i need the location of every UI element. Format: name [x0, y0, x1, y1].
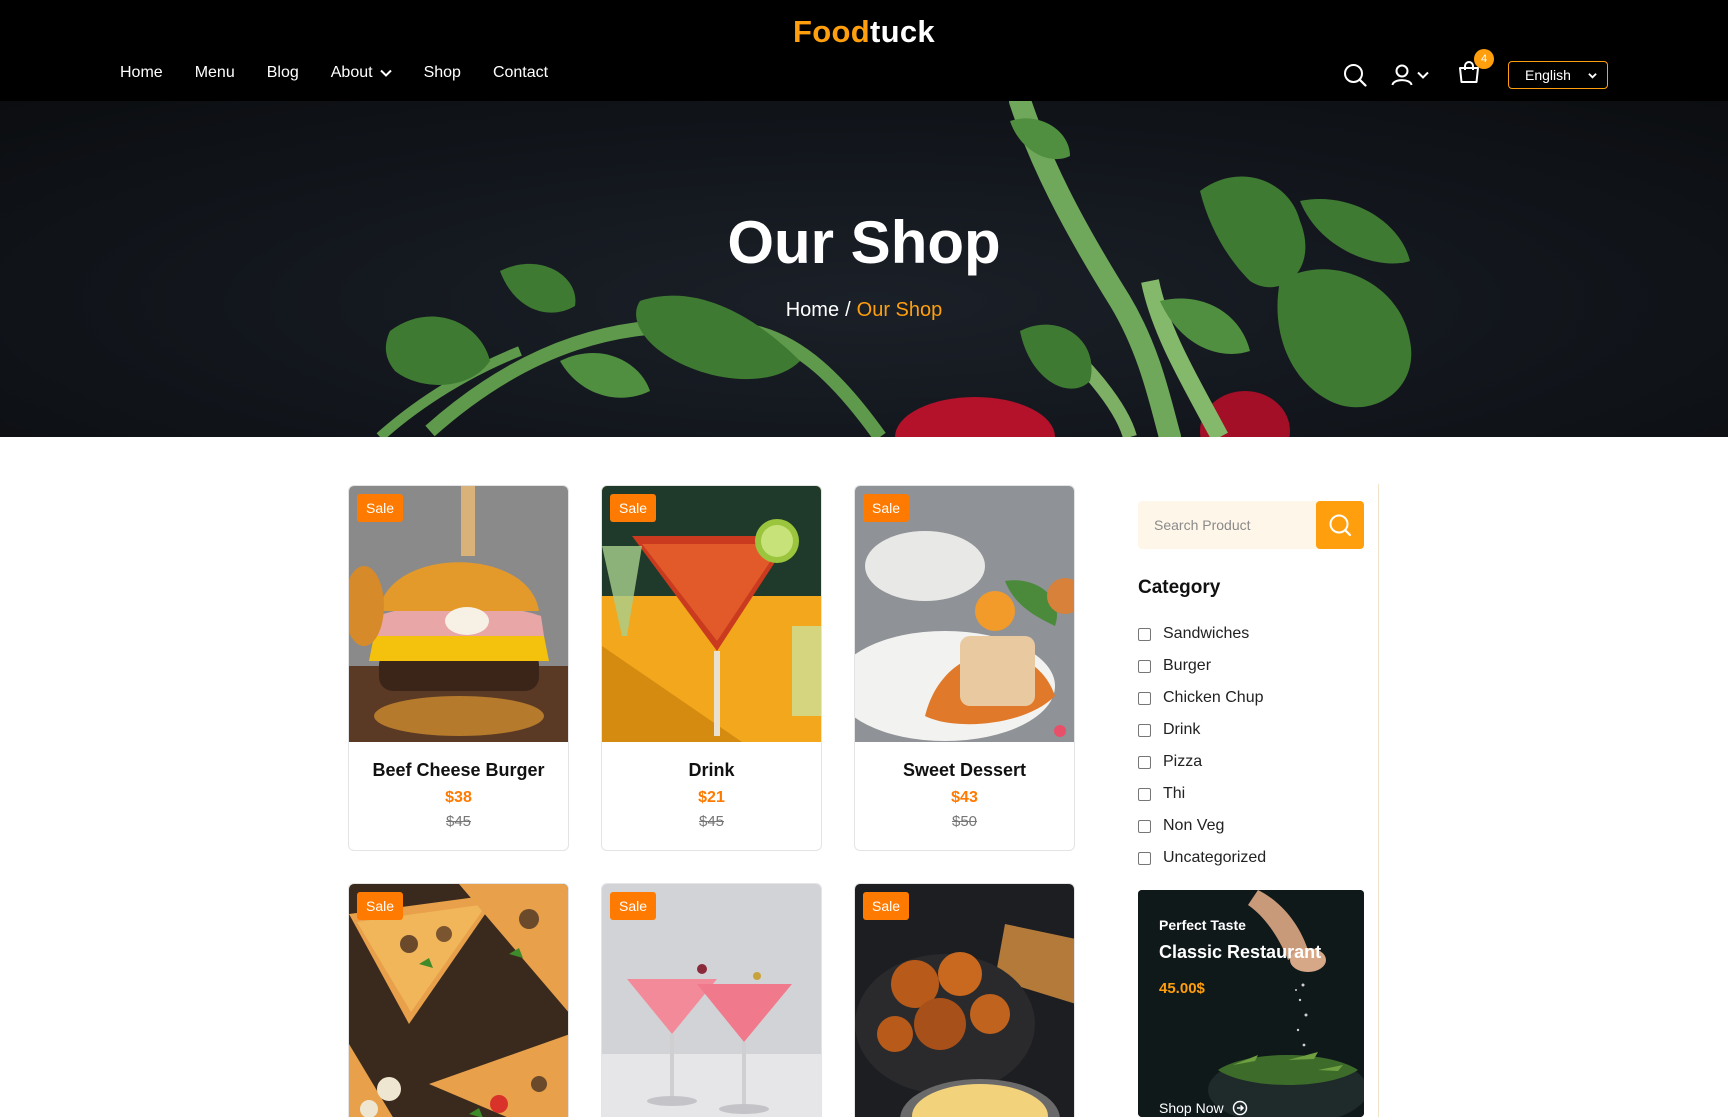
category-checkbox[interactable]	[1138, 851, 1151, 865]
category-label: Pizza	[1163, 753, 1203, 770]
sale-badge: Sale	[610, 892, 657, 920]
product-name[interactable]: Sweet Dessert	[855, 760, 1074, 781]
category-title: Category	[1138, 577, 1221, 598]
category-item-burger[interactable]: Burger	[1138, 650, 1266, 682]
category-list: Sandwiches Burger Chicken Chup Drink Piz…	[1138, 618, 1266, 874]
brand-logo-part2: tuck	[870, 14, 935, 49]
search-icon[interactable]	[1343, 63, 1367, 87]
nav-shop[interactable]: Shop	[424, 64, 461, 82]
category-label: Uncategorized	[1163, 849, 1267, 866]
product-card[interactable]: Sale	[601, 883, 822, 1117]
breadcrumb-current: Our Shop	[856, 299, 943, 321]
promo-cta-label: Shop Now	[1159, 1100, 1224, 1116]
product-card[interactable]: Sale Beef Cheese Burger $38 $45	[348, 485, 569, 851]
category-checkbox[interactable]	[1138, 659, 1151, 673]
sale-badge: Sale	[863, 494, 910, 522]
promo-price: 45.00$	[1159, 980, 1205, 997]
chevron-down-icon	[379, 69, 392, 77]
promo-subtitle: Perfect Taste	[1159, 917, 1246, 933]
category-item-thi[interactable]: Thi	[1138, 778, 1266, 810]
product-name[interactable]: Drink	[602, 760, 821, 781]
promo-banner[interactable]: Perfect Taste Classic Restaurant 45.00$ …	[1138, 890, 1364, 1117]
product-price: $43	[951, 789, 978, 806]
promo-shop-now-link[interactable]: Shop Now	[1159, 1100, 1248, 1116]
category-label: Sandwiches	[1163, 625, 1250, 642]
nav-contact[interactable]: Contact	[493, 64, 548, 82]
category-label: Non Veg	[1163, 817, 1225, 834]
product-image-dessert[interactable]: Sale	[855, 486, 1074, 742]
product-image-drink[interactable]: Sale	[602, 486, 821, 742]
product-price: $38	[445, 789, 472, 806]
sale-badge: Sale	[863, 892, 910, 920]
product-image-pizza[interactable]: Sale	[349, 884, 568, 1117]
product-card[interactable]: Sale	[348, 883, 569, 1117]
category-checkbox[interactable]	[1138, 723, 1151, 737]
arrow-right-circle-icon	[1232, 1100, 1247, 1116]
breadcrumb-separator: /	[845, 299, 851, 321]
breadcrumb: Home / Our Shop	[0, 299, 1728, 322]
category-label: Burger	[1163, 657, 1212, 674]
category-checkbox[interactable]	[1138, 819, 1151, 833]
nav-menu[interactable]: Menu	[195, 64, 235, 82]
category-item-sandwiches[interactable]: Sandwiches	[1138, 618, 1266, 650]
search-input[interactable]	[1138, 501, 1316, 549]
product-search	[1138, 501, 1364, 549]
brand-logo-part1: Food	[793, 14, 870, 49]
search-button[interactable]	[1316, 501, 1364, 549]
product-name[interactable]: Beef Cheese Burger	[349, 760, 568, 781]
product-card[interactable]: Sale	[854, 883, 1075, 1117]
product-image-cocktails[interactable]: Sale	[602, 884, 821, 1117]
nav-menu-label: Menu	[194, 64, 235, 81]
language-select-value: English	[1525, 67, 1571, 83]
product-card[interactable]: Sale Sweet Dessert $43 $50	[854, 485, 1075, 851]
header-actions: 4	[1343, 49, 1494, 89]
category-checkbox[interactable]	[1138, 691, 1151, 705]
category-item-chicken-chup[interactable]: Chicken Chup	[1138, 682, 1266, 714]
nav-home[interactable]: Home	[120, 64, 163, 82]
nav-blog-label: Blog	[266, 64, 299, 81]
language-select[interactable]: English	[1508, 61, 1608, 89]
main-nav: Home Menu Blog About Shop Contact	[120, 64, 580, 82]
category-label: Chicken Chup	[1163, 689, 1264, 706]
category-label: Drink	[1163, 721, 1201, 738]
category-item-pizza[interactable]: Pizza	[1138, 746, 1266, 778]
nav-home-label: Home	[120, 64, 163, 81]
product-old-price: $50	[951, 813, 978, 830]
category-item-drink[interactable]: Drink	[1138, 714, 1266, 746]
nav-contact-label: Contact	[492, 64, 549, 81]
product-image-burger[interactable]: Sale	[349, 486, 568, 742]
promo-title: Classic Restaurant	[1159, 942, 1322, 962]
sale-badge: Sale	[357, 892, 404, 920]
category-label: Thi	[1163, 785, 1186, 802]
product-image-fried-chicken[interactable]: Sale	[855, 884, 1074, 1117]
search-icon	[1329, 514, 1352, 537]
user-icon	[1391, 64, 1413, 85]
page-banner: Our Shop Home / Our Shop	[0, 101, 1728, 437]
product-old-price: $45	[445, 813, 472, 830]
category-item-non-veg[interactable]: Non Veg	[1138, 810, 1266, 842]
nav-blog[interactable]: Blog	[267, 64, 299, 82]
category-checkbox[interactable]	[1138, 627, 1151, 641]
cart-count-badge: 4	[1474, 49, 1494, 69]
sidebar-divider	[1378, 484, 1379, 1117]
page-title: Our Shop	[727, 209, 1001, 276]
category-item-uncategorized[interactable]: Uncategorized	[1138, 842, 1266, 874]
brand-logo[interactable]: Foodtuck	[0, 14, 1728, 50]
nav-about-label: About	[330, 64, 373, 81]
cart-button[interactable]: 4	[1457, 49, 1494, 89]
product-card[interactable]: Sale Drink $21 $45	[601, 485, 822, 851]
nav-about[interactable]: About	[331, 64, 392, 82]
chevron-down-icon	[1588, 73, 1597, 79]
product-old-price: $45	[698, 813, 725, 830]
chevron-down-icon	[1417, 71, 1429, 79]
account-menu[interactable]	[1391, 64, 1429, 86]
breadcrumb-home-link[interactable]: Home	[786, 299, 839, 321]
nav-shop-label: Shop	[423, 64, 461, 81]
sale-badge: Sale	[357, 494, 404, 522]
site-header: Foodtuck Home Menu Blog About Shop Conta…	[0, 0, 1728, 101]
category-checkbox[interactable]	[1138, 787, 1151, 801]
product-price: $21	[698, 789, 725, 806]
category-checkbox[interactable]	[1138, 755, 1151, 769]
sale-badge: Sale	[610, 494, 657, 522]
